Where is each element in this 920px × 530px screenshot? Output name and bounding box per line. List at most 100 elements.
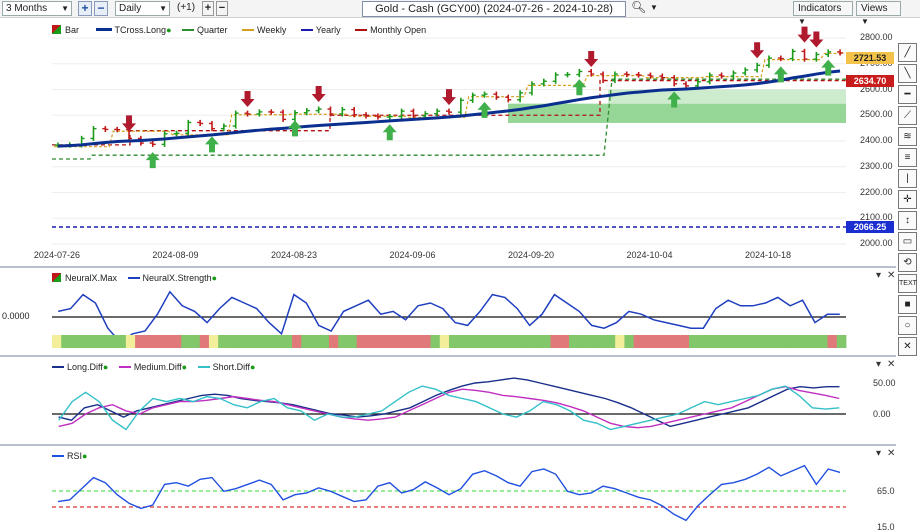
neural-max-cell (264, 335, 274, 348)
neural-max-cell (578, 335, 588, 348)
neural-max-cell (292, 335, 302, 348)
neural-pane (52, 290, 847, 348)
chart-canvas[interactable]: 50.00 0.00 65.0 15.0 (0, 0, 896, 530)
sell-arrow-icon (442, 89, 456, 106)
trading-app: 3 Months ▼ + − Daily ▼ (+1) + − Gold - Cas… (0, 0, 920, 530)
close-icon[interactable]: ✕ (887, 448, 895, 459)
arrow-icon[interactable]: ↕ (898, 211, 917, 230)
neural-max-cell (753, 335, 764, 348)
legend-rsi: RSI (67, 450, 83, 461)
neural-max-cell (52, 335, 62, 348)
symbol-title[interactable]: Gold - Cash (GCY00) (2024-07-26 - 2024-1… (362, 1, 626, 17)
support-zone (608, 89, 846, 104)
neural-max-cell (633, 335, 644, 348)
ellipse-icon[interactable]: ○ (898, 316, 917, 335)
ray-icon[interactable]: ⟋ (898, 106, 917, 125)
neural-max-cell (725, 335, 736, 348)
horizontal-line-icon[interactable]: ━ (898, 85, 917, 104)
neural-max-cell (624, 335, 635, 348)
legend-neural-strength: NeuralX.Strength (142, 272, 212, 283)
neural-max-cell (255, 335, 265, 348)
neural-max-cell (449, 335, 459, 348)
channel-icon[interactable]: ≋ (898, 127, 917, 146)
collapse-icon[interactable]: ▾ (876, 270, 881, 281)
collapse-icon[interactable]: ▾ (876, 448, 881, 459)
zoom-out-button[interactable]: − (94, 1, 108, 16)
neural-max-cell (735, 335, 745, 348)
search-icon[interactable]: 🔍︎ (631, 0, 646, 14)
text-tool-icon[interactable]: TEXT (898, 274, 917, 293)
pane-separator[interactable] (0, 444, 896, 446)
neural-max-cell (328, 335, 339, 348)
offset-plus-button[interactable]: + (202, 1, 214, 16)
neural-zero-label: 0.0000 (2, 311, 30, 321)
offset-minus-button[interactable]: − (216, 1, 228, 16)
neural-max-cell (716, 335, 727, 348)
views-button[interactable]: Views ▼ (856, 1, 901, 26)
neural-max-cell (790, 335, 801, 348)
legend-monthly-open: Monthly Open (370, 24, 427, 35)
close-icon[interactable]: ✕ (887, 359, 895, 370)
pitchfork-icon[interactable]: | (898, 169, 917, 188)
weekly-swatch-icon (242, 28, 255, 31)
collapse-icon[interactable]: ▾ (876, 359, 881, 370)
sell-arrow-icon (122, 115, 137, 132)
period-value: 3 Months (6, 3, 48, 14)
diff-legend: Long.Diff● Medium.Diff● Short.Diff● (52, 361, 255, 372)
rsi-pane: 65.0 15.0 (52, 464, 895, 530)
neural-max-cell (208, 335, 219, 348)
rectangle-icon[interactable]: ■ (898, 295, 917, 314)
rsi-swatch-icon (52, 454, 64, 457)
trend-line-icon[interactable]: ╲ (898, 64, 917, 83)
price-tag: 2066.25 (846, 220, 894, 233)
neural-max-cell (550, 335, 561, 348)
neural-max-cell (569, 335, 579, 348)
period-select[interactable]: 3 Months ▼ (2, 1, 72, 16)
quarter-swatch-icon (182, 28, 195, 31)
crosshair-icon[interactable]: ✛ (898, 190, 917, 209)
neural-max-cell (70, 335, 81, 348)
bar-swatch-icon (52, 25, 61, 35)
neural-max-cell (485, 335, 496, 348)
price-y-tick: 2000.00 (860, 238, 893, 248)
neural-max-cell (199, 335, 210, 348)
interval-select[interactable]: Daily ▼ (115, 1, 170, 16)
interval-value: Daily (119, 3, 142, 14)
neural-max-cell (596, 335, 607, 348)
price-x-tick: 2024-07-26 (33, 250, 80, 260)
fibonacci-icon[interactable]: ≡ (898, 148, 917, 167)
neural-max-cell (125, 335, 136, 348)
neural-max-cell (375, 335, 385, 348)
neural-max-cell (421, 335, 431, 348)
neural-max-cell (698, 335, 708, 348)
neural-max-cell (301, 335, 311, 348)
neural-max-cell (652, 335, 662, 348)
views-label: Views (861, 3, 888, 14)
indicators-button[interactable]: Indicators ▼ (793, 1, 853, 26)
buy-arrow-icon (287, 120, 302, 137)
neural-max-cell (227, 335, 238, 348)
chevron-down-icon: ▼ (798, 17, 806, 26)
neural-max-cell (605, 335, 616, 348)
neural-max-cell (559, 335, 570, 348)
neural-max-cell (744, 335, 755, 348)
diff-y-tick: 50.00 (873, 378, 896, 388)
note-icon[interactable]: ▭ (898, 232, 917, 251)
close-icon[interactable]: ✕ (887, 270, 895, 281)
neural-max-cell (772, 335, 782, 348)
neural-max-cell (412, 335, 422, 348)
rsi-y-tick: 15.0 (877, 522, 895, 530)
cursor-icon[interactable]: ╱ (898, 43, 917, 62)
neural-max-cell (541, 335, 551, 348)
neural-max-cell (781, 335, 792, 348)
chevron-down-icon[interactable]: ▼ (650, 3, 658, 12)
pane-separator[interactable] (0, 266, 896, 268)
delete-icon[interactable]: ✕ (898, 337, 917, 356)
diff-y-tick: 0.00 (873, 409, 891, 419)
neural-max-cell (135, 335, 145, 348)
pane-separator[interactable] (0, 355, 896, 357)
neural-max-cell (836, 335, 847, 348)
price-x-tick: 2024-09-06 (389, 250, 436, 260)
link-icon[interactable]: ⟲ (898, 253, 917, 272)
zoom-in-button[interactable]: + (78, 1, 92, 16)
